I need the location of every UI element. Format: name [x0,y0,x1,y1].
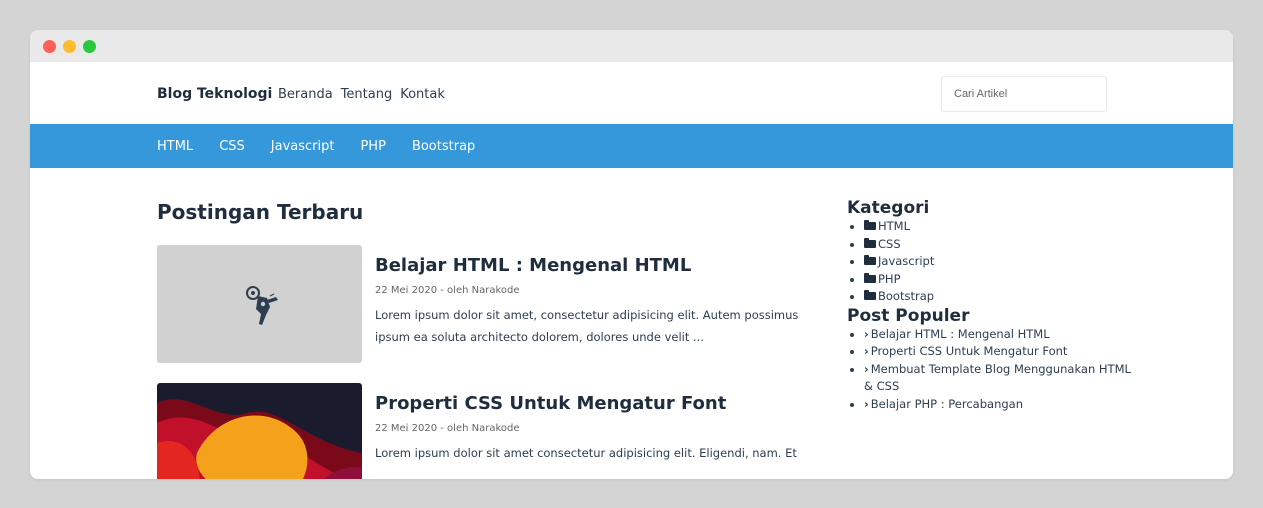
chevron-right-icon: › [864,396,869,411]
sidebar-popular-item[interactable]: ›Belajar HTML : Mengenal HTML [864,326,1137,344]
folder-icon [864,220,876,230]
folder-icon [864,272,876,283]
sidebar-popular-list: ›Belajar HTML : Mengenal HTML ›Properti … [847,326,1137,414]
minimize-window-button[interactable] [63,40,76,53]
post-thumbnail[interactable] [157,383,362,479]
category-link-css[interactable]: CSS [219,139,245,154]
category-link-html[interactable]: HTML [157,139,193,154]
sidebar-popular-title: Post Populer [847,305,970,326]
menu-item-tentang[interactable]: Tentang [341,87,393,102]
post-card: Belajar HTML : Mengenal HTML 22 Mei 2020… [157,245,837,363]
chevron-right-icon: › [864,326,869,341]
sidebar-category-label: PHP [878,271,901,286]
close-window-button[interactable] [43,40,56,53]
folder-icon [864,255,876,265]
sidebar-categories-list: HTML CSS Javascript PHP Bootstrap [847,218,1137,306]
category-bar: HTML CSS Javascript PHP Bootstrap [30,124,1233,168]
browser-window: Blog Teknologi Beranda Tentang Kontak HT… [30,30,1233,479]
sidebar-category-label: Bootstrap [878,289,935,303]
category-link-php[interactable]: PHP [360,139,385,154]
maximize-window-button[interactable] [83,40,96,53]
search-input[interactable] [941,76,1107,112]
post-excerpt: Lorem ipsum dolor sit amet consectetur a… [375,446,797,460]
sidebar-popular-label: Belajar HTML : Mengenal HTML [870,326,1050,341]
folder-icon [864,290,876,300]
sidebar-popular-label: Membuat Template Blog Menggunakan HTML &… [864,361,1131,394]
category-link-bootstrap[interactable]: Bootstrap [412,139,475,154]
menu-item-kontak[interactable]: Kontak [400,87,445,102]
post-meta: 22 Mei 2020 - oleh Narakode [375,285,520,296]
site-brand[interactable]: Blog Teknologi [157,86,272,102]
post-card: Properti CSS Untuk Mengatur Font 22 Mei … [157,383,837,479]
category-link-javascript[interactable]: Javascript [271,139,335,154]
post-title[interactable]: Properti CSS Untuk Mengatur Font [375,393,835,414]
page-title: Postingan Terbaru [157,200,364,224]
post-title[interactable]: Belajar HTML : Mengenal HTML [375,255,835,276]
post-excerpt: Lorem ipsum dolor sit amet, consectetur … [375,308,799,344]
window-titlebar [30,30,1233,62]
sidebar-popular-item[interactable]: ›Membuat Template Blog Menggunakan HTML … [864,361,1137,396]
top-navbar: Blog Teknologi Beranda Tentang Kontak [30,62,1233,124]
sidebar-category-item[interactable]: HTML [864,218,1137,236]
sidebar-category-item[interactable]: PHP [864,271,1137,289]
sidebar-popular-item[interactable]: ›Properti CSS Untuk Mengatur Font [864,343,1137,361]
sidebar-category-label: Javascript [878,254,935,268]
chevron-right-icon: › [864,361,869,376]
abstract-wave-image [157,383,362,479]
post-thumbnail[interactable] [157,245,362,363]
sidebar-category-label: HTML [878,219,911,233]
sidebar-category-item[interactable]: Javascript [864,253,1137,271]
sidebar-popular-label: Belajar PHP : Percabangan [870,396,1024,411]
sidebar-category-item[interactable]: CSS [864,236,1137,254]
page-content: Postingan Terbaru Belajar HTML : Mengena… [30,168,1233,479]
sidebar-popular-item[interactable]: ›Belajar PHP : Percabangan [864,396,1137,414]
sidebar-category-label: CSS [878,236,901,251]
mascot-illustration [246,286,278,325]
sidebar: Kategori HTML CSS Javascript PHP Bootstr… [847,198,1137,413]
sidebar-categories-title: Kategori [847,198,930,218]
post-meta: 22 Mei 2020 - oleh Narakode [375,423,520,434]
chevron-right-icon: › [864,344,869,358]
menu-item-beranda[interactable]: Beranda [278,87,333,102]
main-menu: Beranda Tentang Kontak [278,87,445,102]
folder-icon [864,237,876,248]
sidebar-popular-label: Properti CSS Untuk Mengatur Font [870,344,1068,358]
sidebar-category-item[interactable]: Bootstrap [864,288,1137,306]
